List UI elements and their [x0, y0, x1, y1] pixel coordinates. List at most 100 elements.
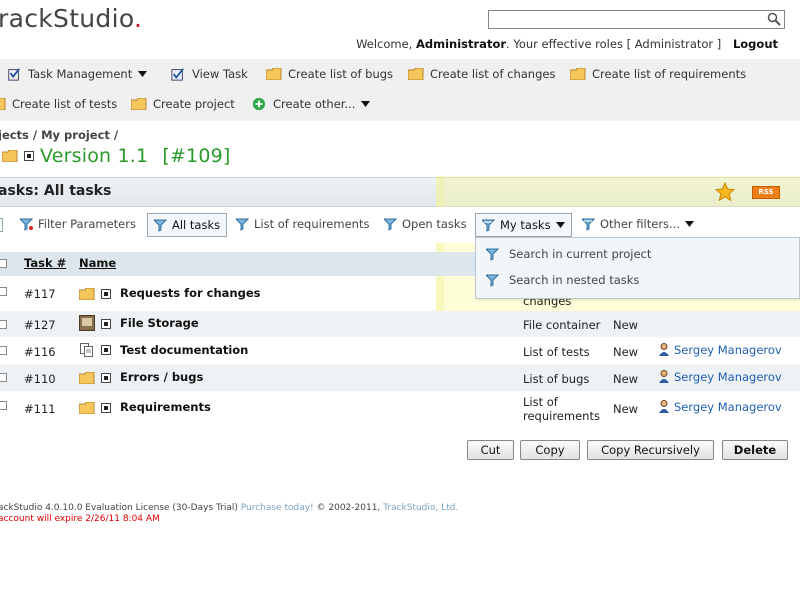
task-management-menu[interactable]: Task Management	[6, 67, 148, 81]
task-number[interactable]: #117	[24, 287, 56, 301]
panel-edge	[0, 218, 3, 232]
panel-title: asks: All tasks	[0, 183, 112, 199]
task-status: New	[613, 318, 639, 332]
filter-icon	[236, 218, 249, 231]
expand-toggle[interactable]	[101, 403, 111, 413]
breadcrumb[interactable]: jects / My project /	[0, 128, 118, 142]
table-row[interactable]: #127 File Storage File container New	[0, 311, 800, 337]
row-checkbox[interactable]	[0, 346, 7, 355]
filter-icon	[486, 274, 499, 287]
page-title: Version 1.1 [#109]	[40, 145, 231, 167]
filter-settings-icon	[20, 218, 33, 231]
row-checkbox[interactable]	[0, 320, 7, 329]
task-name[interactable]: Requests for changes	[120, 286, 260, 300]
expand-toggle[interactable]	[101, 289, 111, 299]
app-logo[interactable]: rackStudio.	[0, 4, 142, 33]
cut-button[interactable]: Cut	[467, 440, 514, 460]
rss-icon[interactable]: RSS	[752, 186, 780, 199]
filter-icon	[482, 219, 495, 232]
search-field[interactable]	[488, 10, 785, 29]
task-category: List of bugs	[523, 372, 590, 386]
folder-icon	[570, 68, 586, 80]
create-list-of-tests-button[interactable]: Create list of tests	[0, 97, 117, 111]
copy-recursively-button[interactable]: Copy Recursively	[587, 440, 714, 460]
folder-icon	[79, 372, 95, 384]
assignee[interactable]: Sergey Managerov	[659, 343, 782, 357]
folder-icon	[408, 68, 424, 80]
user-icon	[659, 370, 669, 383]
purchase-link[interactable]: Purchase today!	[241, 503, 314, 513]
task-category: List of tests	[523, 345, 590, 359]
column-task-number[interactable]: Task #	[24, 256, 66, 270]
task-name[interactable]: Errors / bugs	[120, 370, 203, 384]
select-all-checkbox[interactable]	[0, 259, 7, 268]
task-category-line2: requirements	[523, 409, 600, 423]
search-input[interactable]	[489, 11, 765, 28]
star-icon[interactable]	[715, 182, 735, 202]
column-name[interactable]: Name	[79, 256, 116, 270]
row-checkbox[interactable]	[0, 401, 7, 410]
delete-button[interactable]: Delete	[722, 440, 788, 460]
task-name[interactable]: Test documentation	[120, 343, 248, 357]
create-list-of-changes-button[interactable]: Create list of changes	[408, 67, 555, 81]
chevron-down-icon	[361, 101, 371, 107]
view-task-button[interactable]: View Task	[170, 67, 248, 81]
create-list-of-bugs-button[interactable]: Create list of bugs	[266, 67, 393, 81]
folder-icon	[79, 402, 95, 414]
assignee[interactable]: Sergey Managerov	[659, 370, 782, 384]
row-checkbox[interactable]	[0, 287, 7, 296]
expand-toggle[interactable]	[101, 345, 111, 355]
filter-icon	[154, 219, 167, 232]
table-row[interactable]: #116 Test documentation List of tests Ne…	[0, 337, 800, 364]
copy-button[interactable]: Copy	[520, 440, 580, 460]
task-category: File container	[523, 318, 601, 332]
filter-list-of-requirements[interactable]: List of requirements	[236, 213, 369, 235]
table-row[interactable]: #111 Requirements List of requirements N…	[0, 391, 800, 425]
row-checkbox[interactable]	[0, 373, 7, 382]
task-name[interactable]: Requirements	[120, 400, 211, 414]
folder-icon	[79, 288, 95, 300]
filter-all-tasks[interactable]: All tasks	[147, 213, 228, 237]
task-status: New	[613, 345, 639, 359]
create-other-menu[interactable]: Create other...	[251, 97, 371, 111]
filter-parameters-button[interactable]: Filter Parameters	[20, 213, 136, 235]
title-row: Version 1.1 [#109]	[2, 145, 231, 167]
task-number[interactable]: #111	[24, 402, 56, 416]
assignee[interactable]: Sergey Managerov	[659, 400, 782, 414]
filter-icon	[486, 248, 499, 261]
task-number[interactable]: #127	[24, 318, 56, 332]
file-container-icon	[79, 315, 95, 331]
role-selector[interactable]: [ Administrator ]	[627, 37, 722, 51]
search-current-project-item[interactable]: Search in current project	[486, 247, 651, 261]
search-nested-tasks-item[interactable]: Search in nested tasks	[486, 273, 639, 287]
expand-toggle[interactable]	[101, 373, 111, 383]
chevron-down-icon	[685, 221, 695, 227]
welcome-user: Administrator	[415, 37, 507, 51]
documents-icon	[80, 343, 93, 357]
expand-toggle[interactable]	[101, 319, 111, 329]
folder-icon	[2, 150, 18, 162]
license-expiry: account will expire 2/26/11 8:04 AM	[0, 514, 160, 524]
task-number[interactable]: #116	[24, 345, 56, 359]
filter-other-menu[interactable]: Other filters...	[582, 213, 695, 235]
folder-icon	[266, 68, 282, 80]
logout-link[interactable]: Logout	[733, 37, 778, 51]
roles-text: . Your effective roles	[506, 37, 627, 51]
task-name[interactable]: File Storage	[120, 316, 199, 330]
expand-toggle[interactable]	[24, 151, 34, 161]
search-icon[interactable]	[767, 12, 781, 26]
task-status: New	[613, 402, 639, 416]
task-management-icon	[8, 68, 20, 81]
table-row[interactable]: #110 Errors / bugs List of bugs New Serg…	[0, 364, 800, 391]
create-list-of-requirements-button[interactable]: Create list of requirements	[570, 67, 746, 81]
welcome-bar: Welcome, Administrator. Your effective r…	[356, 37, 778, 51]
filter-open-tasks[interactable]: Open tasks	[384, 213, 467, 235]
green-plus-icon	[252, 97, 266, 111]
filter-my-tasks-menu[interactable]: My tasks	[475, 213, 572, 237]
view-task-icon	[171, 68, 184, 81]
company-link[interactable]: TrackStudio, Ltd.	[383, 503, 458, 513]
task-number[interactable]: #110	[24, 372, 56, 386]
create-project-button[interactable]: Create project	[131, 97, 235, 111]
folder-icon	[0, 98, 6, 110]
welcome-prefix: Welcome,	[356, 37, 416, 51]
